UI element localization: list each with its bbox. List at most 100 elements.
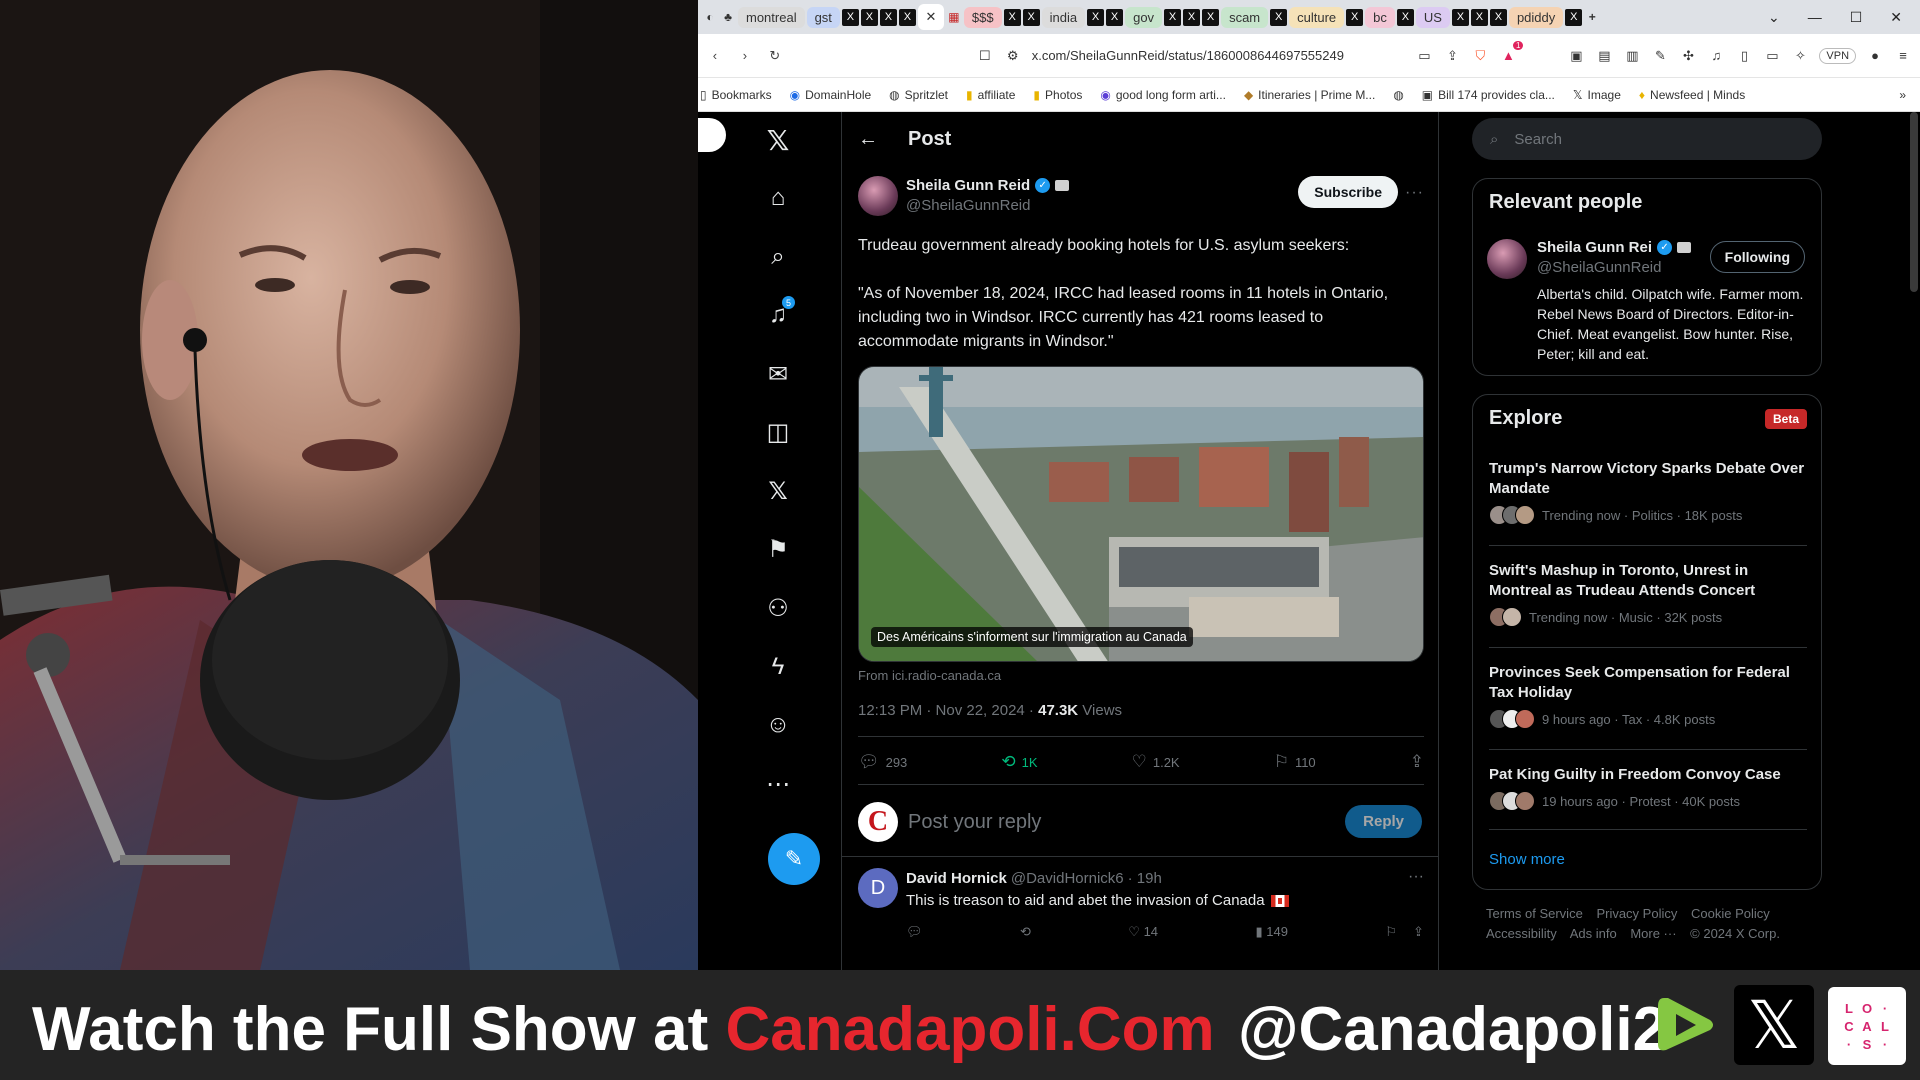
close-window-icon[interactable]: ✕ — [1890, 9, 1902, 26]
site-info-icon[interactable]: ⚙ — [1004, 47, 1022, 65]
x-tab-icon[interactable]: X — [1451, 8, 1469, 26]
author-name[interactable]: Sheila Gunn Reid ✓ — [906, 177, 1070, 194]
repost-action[interactable]: ⟲ 1K — [1001, 752, 1037, 772]
comment-author[interactable]: David Hornick — [906, 870, 1007, 887]
bookmarks-overflow-icon[interactable]: » — [1899, 88, 1918, 102]
communities-icon[interactable]: ⚇ — [763, 593, 793, 623]
reply-button[interactable]: Reply — [1345, 805, 1422, 838]
x-tab-icon[interactable]: X — [879, 8, 897, 26]
reply-item[interactable]: D David Hornick @DavidHornick6 · 19h ···… — [858, 868, 1424, 958]
footer-link[interactable]: Cookie Policy — [1691, 906, 1770, 921]
messages-icon[interactable]: ✉ — [763, 359, 793, 389]
grid-tab-icon[interactable]: ▦ — [946, 9, 962, 25]
maximize-icon[interactable]: ☐ — [1850, 9, 1863, 26]
footer-link[interactable]: Ads info — [1570, 926, 1617, 941]
x-tab-icon[interactable]: X — [1565, 8, 1583, 26]
extension-tab-icon[interactable] — [698, 118, 726, 152]
comment-avatar[interactable]: D — [858, 868, 898, 908]
footer-link[interactable]: Terms of Service — [1486, 906, 1583, 921]
comment-bookmark-icon[interactable]: ⚐ — [1385, 924, 1397, 940]
more-icon[interactable]: ⋯ — [763, 769, 793, 799]
bookmark-item[interactable]: ▮ affiliate — [966, 88, 1015, 102]
extension-icon[interactable]: ▥ — [1623, 47, 1641, 65]
active-tab-close-icon[interactable]: ✕ — [917, 4, 944, 30]
x-tab-icon[interactable]: X — [1087, 8, 1105, 26]
x-tab-icon[interactable]: X — [1022, 8, 1040, 26]
bookmark-item[interactable]: ♦ Newsfeed | Minds — [1639, 88, 1745, 102]
reload-icon[interactable]: ↻ — [766, 47, 784, 65]
search-input[interactable]: ⌕ Search — [1472, 118, 1822, 160]
x-tab-icon[interactable]: X — [1202, 8, 1220, 26]
back-arrow-icon[interactable]: ← — [858, 128, 878, 151]
tab-group-bc[interactable]: bc — [1365, 6, 1395, 28]
bookmark-item[interactable]: ▮ Photos — [1033, 88, 1082, 102]
x-tab-icon[interactable]: X — [1489, 8, 1507, 26]
new-tab-icon[interactable]: + — [1584, 9, 1600, 25]
premium-x-icon[interactable]: 𝕏 — [763, 476, 793, 506]
home-icon[interactable]: ⌂ — [763, 183, 793, 213]
author-avatar[interactable] — [858, 176, 898, 216]
footer-link[interactable]: Privacy Policy — [1596, 906, 1677, 921]
x-tab-icon[interactable]: X — [841, 8, 859, 26]
like-action[interactable]: ♡ 1.2K — [1132, 752, 1180, 772]
bookmark-item[interactable]: ▣ Bill 174 provides cla... — [1422, 88, 1555, 102]
x-tab-icon[interactable]: X — [1106, 8, 1124, 26]
tab-group-gst[interactable]: gst — [806, 6, 840, 28]
trend-item[interactable]: Trump's Narrow Victory Sparks Debate Ove… — [1489, 459, 1807, 525]
bookmark-item[interactable]: ◉ good long form arti... — [1100, 88, 1226, 102]
trend-item[interactable]: Provinces Seek Compensation for Federal … — [1489, 663, 1807, 729]
address-text[interactable]: x.com/SheilaGunnReid/status/186000864469… — [1032, 48, 1344, 63]
tab-group-pdiddy[interactable]: pdiddy — [1508, 6, 1564, 28]
x-tab-icon[interactable]: X — [1164, 8, 1182, 26]
minimize-icon[interactable]: — — [1808, 9, 1822, 26]
tab-group-scam[interactable]: scam — [1221, 6, 1269, 28]
x-tab-icon[interactable]: X — [1003, 8, 1021, 26]
extension-icon[interactable]: ▣ — [1567, 47, 1585, 65]
bookmarks-icon[interactable]: ⚑ — [763, 534, 793, 564]
brave-shield-icon[interactable]: ⛉ — [1471, 47, 1489, 65]
following-button[interactable]: Following — [1709, 241, 1805, 273]
comment-views-action[interactable]: ▮ 149 — [1255, 924, 1287, 940]
extension-icon[interactable]: ✎ — [1651, 47, 1669, 65]
menu-icon[interactable]: ≡ — [1894, 47, 1912, 65]
bookmark-item[interactable]: ▯ Bookmarks — [700, 88, 772, 102]
comment-age[interactable]: · 19h — [1128, 870, 1162, 887]
notifications-icon[interactable]: ♫ 5 — [763, 296, 795, 330]
trend-item[interactable]: Pat King Guilty in Freedom Convoy Case 1… — [1489, 765, 1807, 811]
own-avatar[interactable]: C — [858, 802, 898, 842]
post-more-icon[interactable]: ··· — [1405, 184, 1424, 202]
x-tab-icon[interactable]: X — [1470, 8, 1488, 26]
bookmark-page-icon[interactable]: ☐ — [976, 47, 994, 65]
sidebar-icon[interactable]: ▯ — [1735, 47, 1753, 65]
comment-more-icon[interactable]: ··· — [1408, 868, 1424, 886]
tab-group-montreal[interactable]: montreal — [738, 6, 805, 28]
comment-reply-icon[interactable]: 💬︎ — [906, 924, 923, 940]
verified-orgs-icon[interactable]: ϟ — [763, 652, 793, 682]
tab-group-gov[interactable]: gov — [1125, 6, 1163, 28]
reply-action[interactable]: 💬︎ 293 — [858, 752, 907, 772]
x-tab-icon[interactable]: X — [1183, 8, 1201, 26]
bookmark-action[interactable]: ⚐ 110 — [1274, 752, 1316, 772]
comment-repost-icon[interactable]: ⟲ — [1020, 924, 1031, 940]
footer-link[interactable]: More ··· — [1630, 926, 1676, 941]
share-icon[interactable]: ⇪ — [1443, 47, 1461, 65]
page-scrollbar[interactable] — [1910, 112, 1918, 292]
author-handle[interactable]: @SheilaGunnReid — [906, 197, 1030, 214]
forward-icon[interactable]: › — [736, 47, 754, 65]
media-source-link[interactable]: From ici.radio-canada.ca — [858, 668, 1001, 683]
show-more-link[interactable]: Show more — [1489, 851, 1565, 868]
rp-handle[interactable]: @SheilaGunnReid — [1537, 259, 1661, 276]
cast-icon[interactable]: ▭ — [1415, 47, 1433, 65]
grok-icon[interactable]: ◫ — [763, 417, 793, 447]
profile-icon[interactable]: ● — [1866, 47, 1884, 65]
reply-input[interactable]: Post your reply — [908, 811, 1041, 834]
music-icon[interactable]: ♫ — [1707, 47, 1725, 65]
address-bar[interactable]: ☐ ⚙ x.com/SheilaGunnReid/status/18600086… — [976, 47, 1404, 65]
bookmark-item[interactable]: ◍ Spritzlet — [889, 88, 948, 102]
comment-like-action[interactable]: ♡ 14 — [1128, 924, 1158, 940]
x-tab-icon[interactable]: X — [1346, 8, 1364, 26]
tab-group-india[interactable]: india — [1041, 6, 1086, 28]
rp-avatar[interactable] — [1487, 239, 1527, 279]
wallet-icon[interactable]: ▭ — [1763, 47, 1781, 65]
compose-post-button[interactable]: ✎ — [768, 833, 820, 885]
